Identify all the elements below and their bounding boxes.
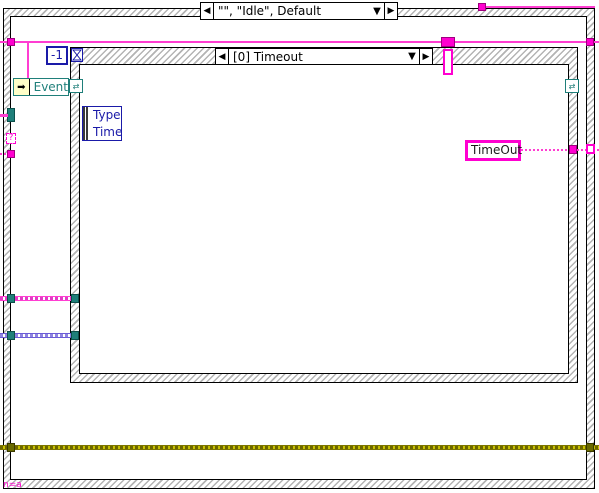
case-next-button[interactable]: ▶: [384, 3, 397, 19]
event-data-type[interactable]: Type: [93, 108, 121, 122]
right-arrow-icon: ▶: [422, 51, 430, 62]
tunnel-left-pink[interactable]: [7, 294, 15, 303]
error-tunnel-left[interactable]: [7, 443, 15, 452]
dynamic-event-terminal-left[interactable]: ⇄: [69, 79, 83, 93]
error-tunnel-right[interactable]: [586, 443, 594, 452]
event-tunnel-top[interactable]: [441, 37, 455, 47]
shift-register-right-mid[interactable]: [586, 144, 595, 154]
string-wire-top-stub[interactable]: [486, 6, 595, 8]
event-tunnel-top-inner[interactable]: [443, 49, 453, 75]
error-wire[interactable]: [0, 445, 599, 450]
event-tunnel-left-blue[interactable]: [71, 331, 79, 340]
shift-register-right-top[interactable]: [478, 3, 486, 11]
right-arrow-icon: ▶: [387, 6, 395, 16]
timeout-string-constant[interactable]: TimeOut: [465, 140, 522, 161]
timeout-terminal[interactable]: [71, 48, 83, 62]
left-arrow-icon: ◀: [218, 51, 226, 62]
dynamic-event-terminal-right[interactable]: ⇄: [565, 79, 579, 93]
event-data-node-handle: [83, 107, 90, 140]
tunnel-left-top[interactable]: [7, 38, 15, 46]
chevron-down-icon[interactable]: ▼: [405, 51, 419, 62]
string-wire-top-right[interactable]: [455, 41, 599, 43]
event-selector-label: [0] Timeout: [233, 49, 303, 64]
event-selector[interactable]: ◀ [0] Timeout ▼ ▶: [215, 48, 433, 65]
event-tunnel-right[interactable]: [569, 145, 577, 154]
hourglass-icon: [72, 49, 82, 61]
string-wire-left-mid[interactable]: [0, 114, 8, 117]
event-prev-button[interactable]: ◀: [216, 49, 229, 64]
event-data-node[interactable]: Type Time: [82, 106, 122, 141]
event-node-label: Event: [33, 80, 68, 94]
event-structure-diagram[interactable]: [79, 64, 569, 374]
string-wire-timeout[interactable]: [521, 149, 570, 151]
unknown-terminal[interactable]: ?: [6, 133, 16, 144]
tunnel-right-top[interactable]: [586, 38, 594, 46]
tunnel-left-blue[interactable]: [7, 331, 15, 340]
left-arrow-icon: ◀: [203, 6, 211, 16]
refnum-tunnel-left[interactable]: [7, 108, 15, 122]
timeout-constant[interactable]: -1: [46, 46, 68, 65]
chevron-down-icon[interactable]: ▼: [370, 6, 384, 17]
event-next-button[interactable]: ▶: [419, 49, 432, 64]
event-data-time[interactable]: Time: [93, 125, 122, 139]
string-wire-branch[interactable]: [27, 41, 29, 78]
case-prev-button[interactable]: ◀: [201, 3, 214, 19]
event-tunnel-left-pink[interactable]: [71, 294, 79, 303]
event-registration-node[interactable]: ➡ Event: [13, 78, 69, 96]
case-selector[interactable]: ◀ "", "Idle", Default ▼ ▶: [200, 2, 398, 20]
string-wire-top[interactable]: [0, 41, 445, 43]
tunnel-left-mid[interactable]: [7, 150, 15, 158]
case-selector-label: "", "Idle", Default: [218, 4, 322, 18]
iteration-terminal[interactable]: n=a: [3, 480, 27, 491]
arrow-right-icon: ➡: [14, 79, 30, 95]
